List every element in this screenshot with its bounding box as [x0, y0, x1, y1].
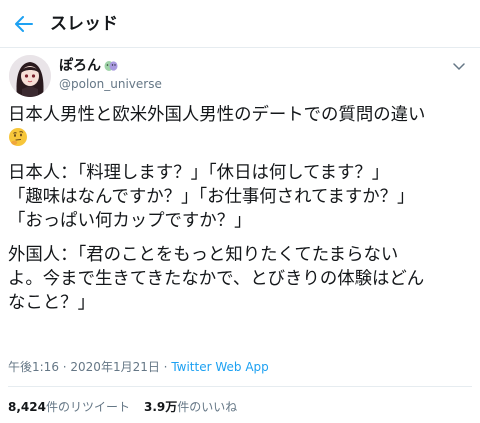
retweets-label: 件のリツイート: [45, 400, 130, 414]
tweet-line-gap: [8, 233, 470, 243]
meta-separator: ·: [159, 360, 172, 374]
tweet-date[interactable]: 2020年1月21日: [70, 360, 159, 374]
chevron-down-svg: [453, 63, 465, 71]
tweet-line: 日本人：「料理します？」「休日は何してます？」: [8, 163, 390, 183]
avatar[interactable]: [9, 55, 51, 97]
likes-label: 件のいいね: [177, 400, 238, 414]
tweet-line: 「趣味はなんですか？」「お仕事何されてますか？」: [8, 187, 415, 207]
engagement-stats: 8,424件のリツイート 3.9万件のいいね: [8, 400, 237, 414]
tweet-line: よ。今まで生きてきたなかで、とびきりの体験はどん: [8, 269, 425, 289]
tweet-line: 外国人：「君のことをもっと知りたくてたまらない: [8, 245, 399, 265]
tweet-text: 日本人男性と欧米外国人男性のデートでの質問の違い 日本人：「料理します？」「休日…: [8, 103, 470, 315]
display-name[interactable]: ぽろん: [59, 57, 118, 75]
avatar-illustration: [9, 55, 51, 97]
theater-masks-emoji-icon: [104, 61, 118, 71]
thinking-face-emoji-icon: [9, 128, 27, 146]
tweet-line: 日本人男性と欧米外国人男性のデートでの質問の違い: [8, 105, 426, 125]
chevron-down-icon[interactable]: [452, 60, 466, 74]
page-title: スレッド: [50, 14, 118, 34]
retweets-count: 8,424: [8, 400, 46, 414]
divider: [8, 386, 472, 387]
display-name-text: ぽろん: [59, 58, 101, 74]
top-bar: スレッド: [0, 0, 480, 48]
back-arrow-svg: [15, 16, 33, 32]
tweet-line-emoji: [8, 127, 470, 151]
tweet-line: なこと？」: [8, 293, 95, 313]
retweets-stat[interactable]: 8,424件のリツイート: [8, 400, 130, 414]
tweet-source-link[interactable]: Twitter Web App: [171, 360, 268, 374]
meta-separator: ·: [58, 360, 71, 374]
tweet-line-gap: [8, 151, 470, 161]
user-handle[interactable]: @polon_universe: [59, 77, 162, 91]
tweet-line: 「おっぱい何カップですか？」: [8, 211, 252, 231]
likes-count: 3.9万: [143, 400, 178, 414]
likes-stat[interactable]: 3.9万件のいいね: [144, 400, 237, 414]
tweet-meta: 午後1:16 · 2020年1月21日 · Twitter Web App: [8, 360, 269, 374]
back-arrow-icon[interactable]: [10, 10, 38, 38]
tweet-time[interactable]: 午後1:16: [8, 360, 59, 374]
